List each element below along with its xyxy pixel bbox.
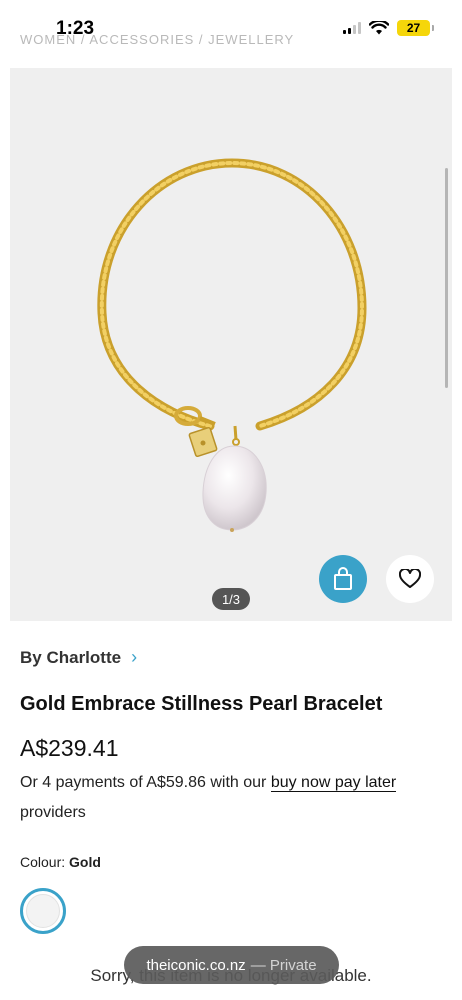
product-image-gallery[interactable]: 1/3: [10, 68, 452, 621]
image-counter: 1/3: [212, 588, 250, 610]
browser-url-pill[interactable]: theiconic.co.nz — Private: [124, 946, 339, 984]
colour-label: Colour: Gold: [20, 854, 101, 870]
bnpl-prefix: Or 4 payments of A$59.86 with our: [20, 774, 271, 791]
gallery-scroll-indicator: [445, 168, 448, 388]
colour-swatch-gold[interactable]: [20, 888, 66, 934]
brand-name: By Charlotte: [20, 647, 122, 667]
add-to-wishlist-button[interactable]: [386, 555, 434, 603]
bnpl-suffix: providers: [20, 804, 86, 821]
status-icons: 27: [343, 20, 434, 36]
private-mode-label: — Private: [250, 956, 317, 974]
breadcrumb[interactable]: WOMEN / ACCESSORIES / JEWELLERY: [20, 32, 294, 47]
url-domain: theiconic.co.nz: [146, 956, 246, 974]
heart-icon: [399, 569, 421, 588]
payment-options-text: Or 4 payments of A$59.86 with our buy no…: [20, 768, 440, 828]
colour-value: Gold: [69, 854, 101, 870]
swatch-fill: [26, 894, 60, 928]
product-title: Gold Embrace Stillness Pearl Bracelet: [20, 693, 383, 715]
product-price: A$239.41: [20, 735, 119, 761]
wifi-icon: [369, 21, 389, 35]
shopping-bag-icon: [334, 567, 352, 590]
cellular-signal-icon: [343, 22, 361, 34]
chevron-right-icon: ›: [131, 647, 138, 667]
battery-indicator: 27: [397, 20, 434, 36]
colour-label-text: Colour:: [20, 854, 66, 870]
bnpl-link[interactable]: buy now pay later: [270, 774, 397, 792]
brand-link[interactable]: By Charlotte ›: [20, 647, 137, 668]
product-image: [97, 158, 367, 532]
add-to-bag-button[interactable]: [319, 555, 367, 603]
